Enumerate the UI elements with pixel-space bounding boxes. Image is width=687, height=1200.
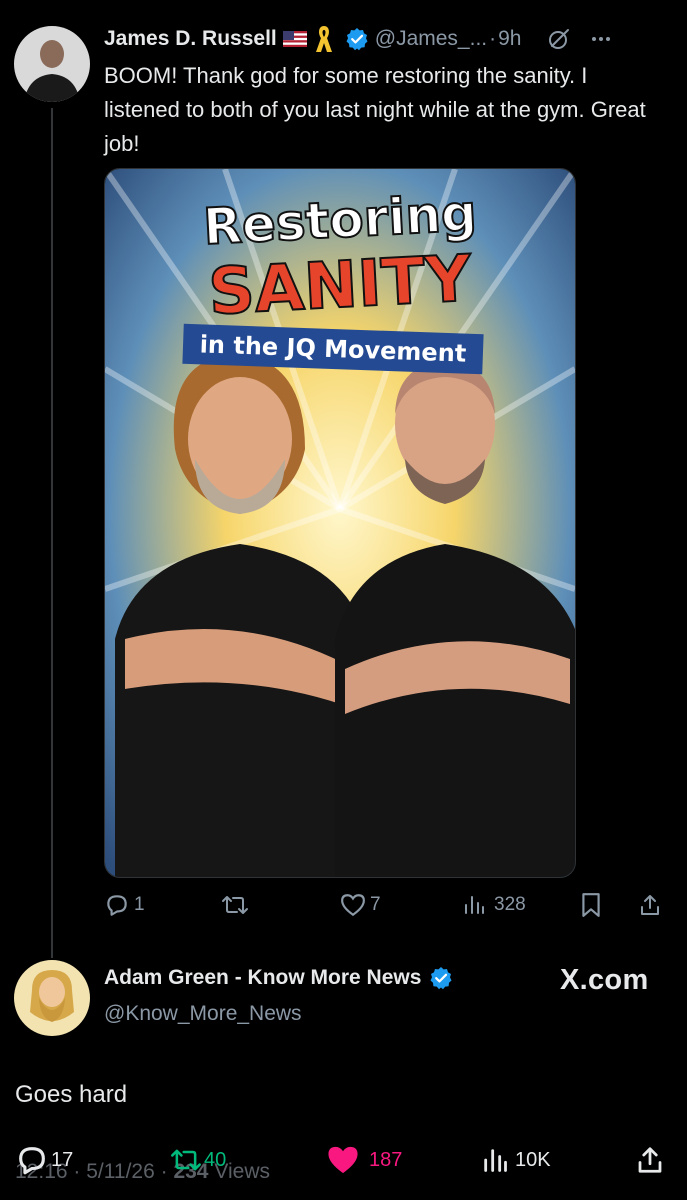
author-name[interactable]: Adam Green - Know More News	[104, 966, 421, 990]
repost-count: 40	[204, 1148, 227, 1171]
repost-icon	[171, 1149, 201, 1171]
like-button[interactable]: 7	[340, 888, 381, 922]
more-options-icon[interactable]	[591, 36, 611, 42]
tweet-header: James D. Russell @James_... · 9h	[104, 22, 611, 56]
like-count: 187	[369, 1148, 403, 1171]
timestamp[interactable]: 9h	[498, 27, 521, 51]
reply-icon	[107, 895, 127, 916]
avatar[interactable]	[14, 960, 90, 1036]
ribbon-icon	[313, 24, 335, 54]
repost-button[interactable]: 40	[170, 1140, 226, 1180]
reply-icon	[19, 1147, 45, 1175]
repost-icon	[222, 896, 248, 914]
tweet-header: Adam Green - Know More News	[104, 966, 453, 990]
views-count: 328	[494, 894, 526, 915]
share-icon	[638, 1147, 662, 1173]
xcom-watermark: X.com	[560, 964, 649, 996]
thread-line	[51, 108, 53, 958]
heart-icon	[328, 1146, 358, 1174]
views-button[interactable]: 10K	[481, 1140, 551, 1180]
tweet-text: BOOM! Thank god for some restoring the s…	[104, 63, 646, 156]
views-icon	[484, 1149, 507, 1172]
views-button[interactable]: 328	[462, 888, 526, 922]
bookmark-icon	[582, 893, 600, 917]
reply-count: 17	[51, 1148, 74, 1171]
author-handle[interactable]: @James_...	[375, 27, 487, 51]
author-handle[interactable]: @Know_More_News	[104, 1002, 302, 1026]
author-name[interactable]: James D. Russell	[104, 27, 277, 51]
grok-icon[interactable]	[547, 27, 571, 51]
share-button[interactable]	[635, 1140, 665, 1180]
tweet-text: Goes hard	[15, 1081, 128, 1108]
tweet-actions: 17 40 187 10K	[15, 1140, 675, 1180]
tweet-media-image[interactable]: Restoring SANITY in the JQ Movement	[104, 168, 576, 878]
share-button[interactable]	[638, 888, 662, 922]
share-icon	[641, 895, 659, 915]
bookmark-button[interactable]	[580, 888, 602, 922]
reply-button[interactable]: 17	[15, 1140, 73, 1180]
views-icon	[465, 896, 484, 914]
heart-icon	[341, 894, 365, 917]
avatar[interactable]	[14, 26, 90, 102]
reply-count: 1	[134, 894, 145, 915]
us-flag-icon	[282, 31, 307, 47]
separator: ·	[489, 27, 497, 50]
repost-button[interactable]	[221, 888, 249, 922]
views-count: 10K	[515, 1148, 551, 1171]
like-count: 7	[370, 894, 381, 915]
tweet-actions: 1 7 328	[104, 888, 669, 922]
verified-badge-icon	[429, 966, 453, 990]
reply-button[interactable]: 1	[104, 888, 145, 922]
like-button[interactable]: 187	[325, 1140, 402, 1180]
verified-badge-icon	[345, 27, 369, 51]
